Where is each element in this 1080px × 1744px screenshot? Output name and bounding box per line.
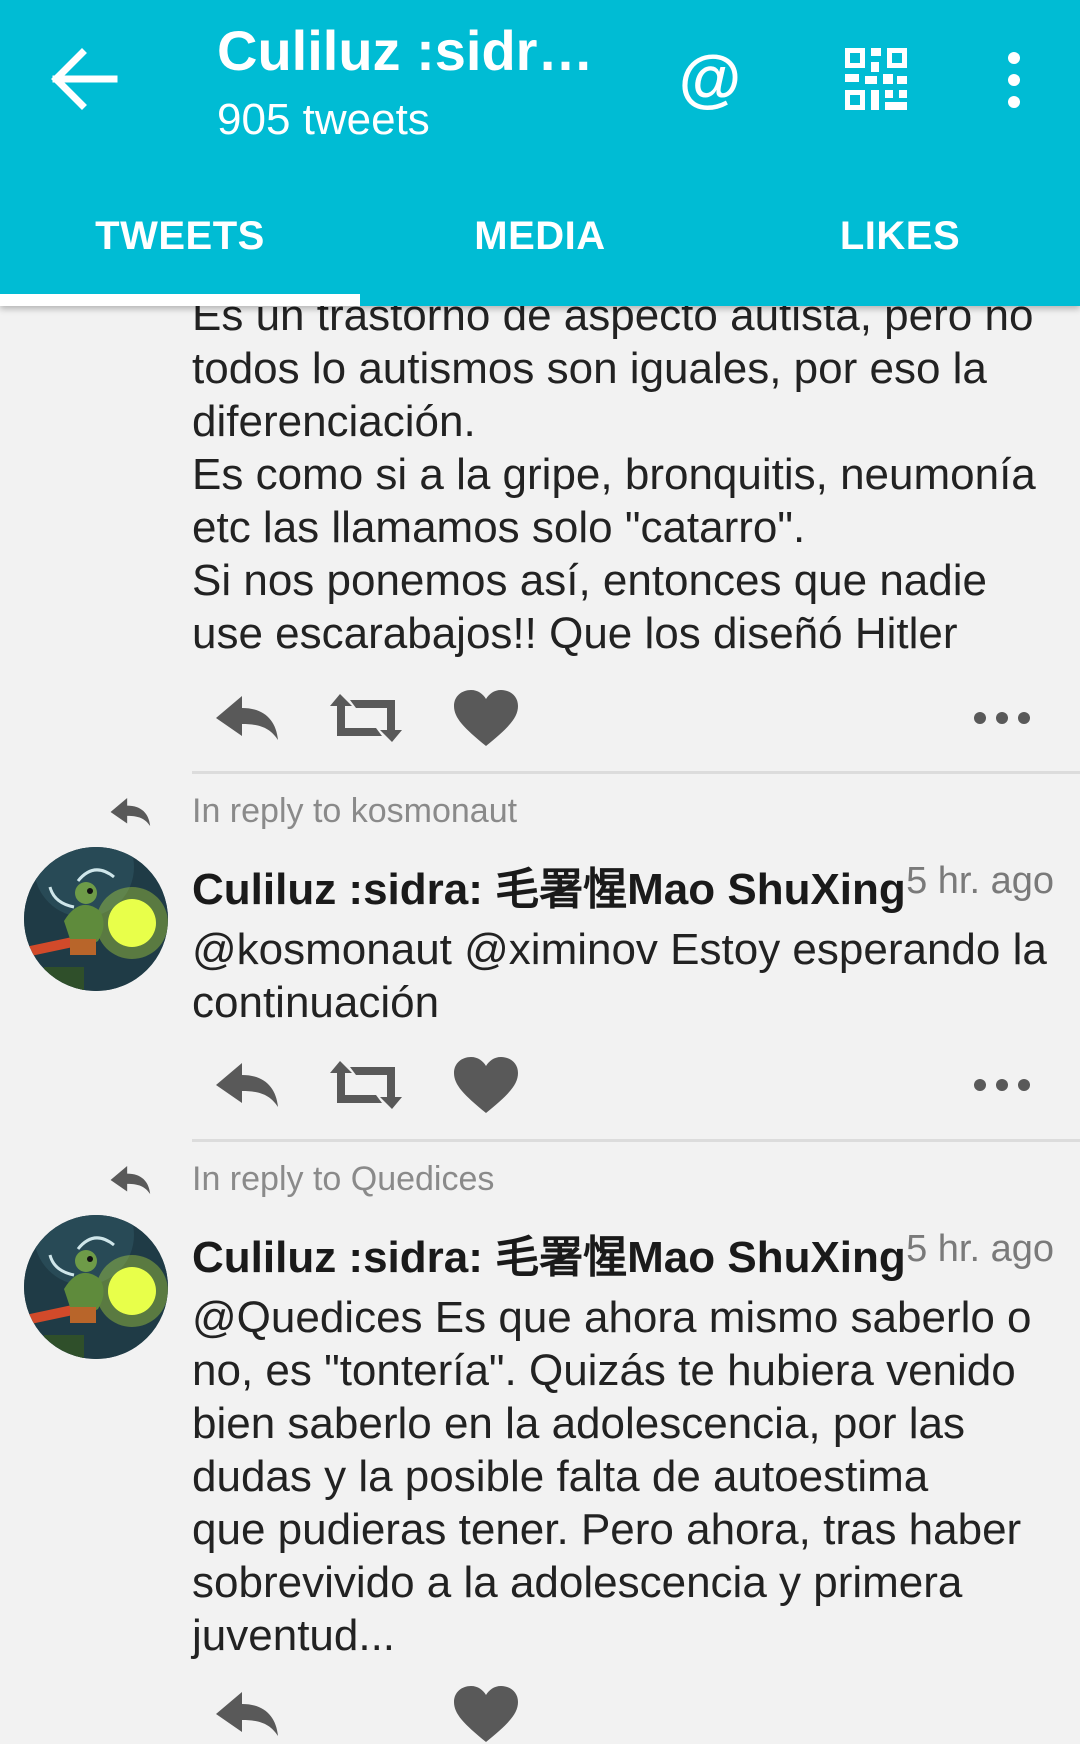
tweet-text: @Quedices Es que ahora mismo saberlo o n… xyxy=(192,1293,1032,1660)
author-name[interactable]: Culiluz :sidra: 毛署惺Mao ShuXing xyxy=(192,853,906,917)
reply-to-label[interactable]: In reply to kosmonaut xyxy=(192,792,517,831)
selected-tab-indicator xyxy=(0,294,360,306)
author-name[interactable]: Culiluz :sidra: 毛署惺Mao ShuXing xyxy=(192,1221,906,1285)
reply-icon[interactable] xyxy=(212,1684,284,1744)
reply-icon[interactable] xyxy=(212,688,284,748)
tab-media[interactable]: MEDIA xyxy=(360,192,720,306)
tab-bar: TWEETS MEDIA LIKES xyxy=(0,192,1080,306)
tweet-time: 5 hr. ago xyxy=(906,860,1054,902)
app-bar: Culiluz :sidr… 905 tweets @ TWEETS MEDIA… xyxy=(0,0,1080,306)
retweet-icon[interactable] xyxy=(330,688,402,748)
avatar[interactable] xyxy=(24,847,168,991)
more-horizontal-icon[interactable] xyxy=(966,688,1038,748)
avatar[interactable] xyxy=(24,1215,168,1359)
reply-arrow-icon xyxy=(108,792,154,832)
profile-title: Culiluz :sidr… xyxy=(217,19,594,82)
more-horizontal-icon[interactable] xyxy=(966,1055,1038,1115)
tab-likes[interactable]: LIKES xyxy=(720,192,1080,306)
tweet-time: 5 hr. ago xyxy=(906,1228,1054,1270)
tweet-text: @kosmonaut @ximinov Estoy esperando la c… xyxy=(192,925,1047,1027)
tweet-text: Es un trastorno de aspecto autista, pero… xyxy=(192,291,1036,658)
heart-icon[interactable] xyxy=(450,1684,522,1744)
reply-arrow-icon xyxy=(108,1160,154,1200)
qr-code-icon[interactable] xyxy=(845,48,907,110)
divider xyxy=(192,1139,1080,1142)
divider xyxy=(192,771,1080,774)
reply-icon[interactable] xyxy=(212,1055,284,1115)
tab-tweets[interactable]: TWEETS xyxy=(0,192,360,306)
heart-icon[interactable] xyxy=(450,688,522,748)
mention-button[interactable]: @ xyxy=(672,40,748,116)
tweet-count: 905 tweets xyxy=(217,95,430,144)
more-vertical-icon[interactable] xyxy=(994,48,1034,112)
arrow-left-icon[interactable] xyxy=(50,48,120,110)
retweet-icon[interactable] xyxy=(330,1055,402,1115)
heart-icon[interactable] xyxy=(450,1055,522,1115)
reply-to-label[interactable]: In reply to Quedices xyxy=(192,1160,494,1199)
